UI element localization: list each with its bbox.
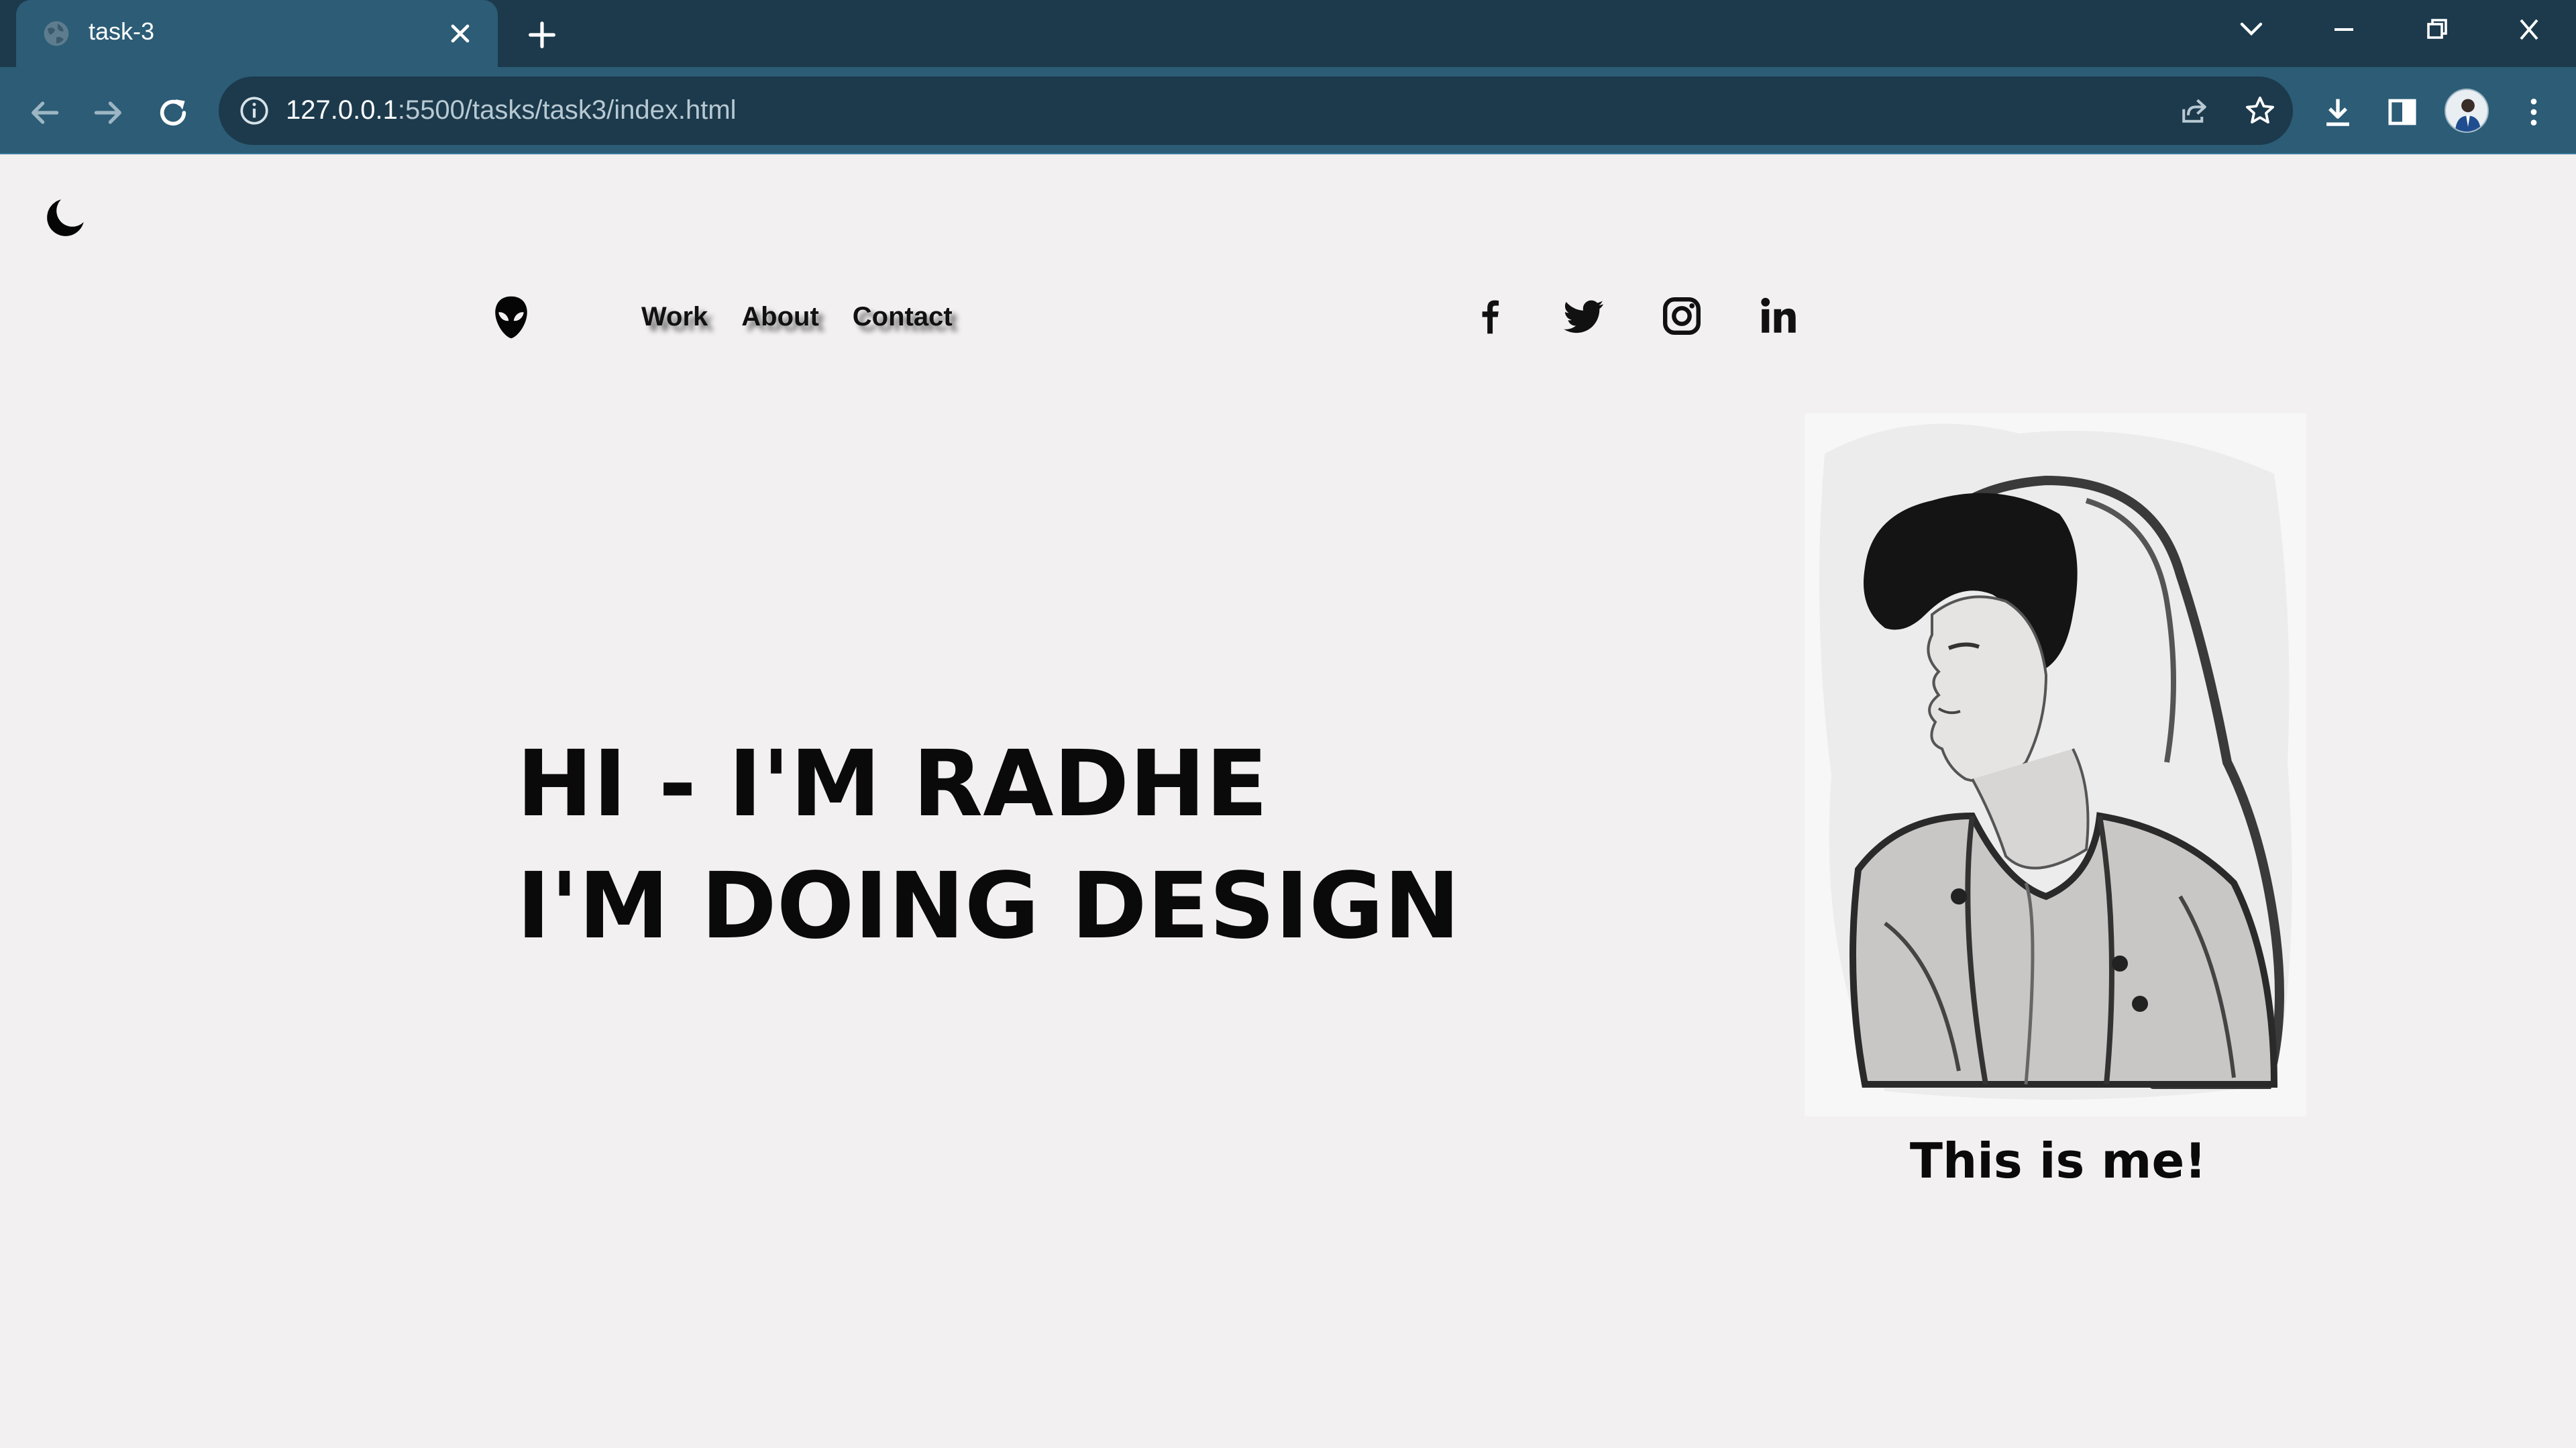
- chevron-down-icon[interactable]: [2231, 13, 2271, 46]
- browser-tab[interactable]: task-3: [16, 0, 498, 67]
- address-bar[interactable]: 127.0.0.1:5500/tasks/task3/index.html: [219, 76, 2293, 145]
- tab-title: task-3: [89, 17, 155, 45]
- avatar[interactable]: [2445, 89, 2489, 133]
- share-icon[interactable]: [2176, 93, 2212, 129]
- page-viewport: Work About Contact HI - I'M RADHE I'M DO…: [0, 156, 2576, 1448]
- info-icon[interactable]: [237, 94, 271, 127]
- hero-line-2: I'M DOING DESIGN: [517, 854, 1460, 960]
- nav-link-contact[interactable]: Contact: [853, 302, 953, 332]
- kebab-menu-icon[interactable]: [2514, 93, 2553, 132]
- plus-icon[interactable]: [525, 17, 559, 52]
- instagram-icon[interactable]: [1658, 293, 1705, 340]
- main-nav: Work About Contact: [641, 302, 953, 332]
- portrait-sketch-image: [1805, 413, 2306, 1117]
- browser-tab-bar: task-3: [0, 0, 2576, 67]
- url-path: :5500/tasks/task3/index.html: [397, 95, 737, 125]
- url-host: 127.0.0.1: [286, 95, 398, 125]
- download-icon[interactable]: [2318, 93, 2357, 132]
- profile-icon: [2455, 99, 2481, 132]
- linkedin-icon[interactable]: [1755, 293, 1802, 340]
- facebook-icon[interactable]: [1466, 293, 1513, 340]
- close-icon[interactable]: [445, 19, 475, 48]
- nav-link-work[interactable]: Work: [641, 302, 708, 332]
- forward-arrow-icon[interactable]: [90, 94, 127, 132]
- star-icon[interactable]: [2242, 93, 2278, 129]
- reload-icon[interactable]: [154, 94, 192, 132]
- minimize-icon[interactable]: [2324, 13, 2364, 46]
- url-text[interactable]: 127.0.0.1:5500/tasks/task3/index.html: [286, 95, 737, 125]
- back-arrow-icon[interactable]: [25, 94, 63, 132]
- side-panel-icon[interactable]: [2383, 93, 2422, 132]
- moon-icon[interactable]: [42, 193, 89, 243]
- portrait-caption: This is me!: [1909, 1133, 2207, 1189]
- browser-toolbar: 127.0.0.1:5500/tasks/task3/index.html: [0, 67, 2576, 154]
- hero-heading: HI - I'M RADHE I'M DOING DESIGN: [517, 723, 1460, 968]
- alien-icon[interactable]: [491, 294, 531, 341]
- window-close-icon[interactable]: [2509, 13, 2549, 46]
- hero-line-1: HI - I'M RADHE: [517, 731, 1269, 837]
- restore-icon[interactable]: [2416, 13, 2457, 46]
- nav-link-about[interactable]: About: [741, 302, 819, 332]
- globe-icon: [44, 21, 69, 46]
- twitter-icon[interactable]: [1560, 293, 1607, 340]
